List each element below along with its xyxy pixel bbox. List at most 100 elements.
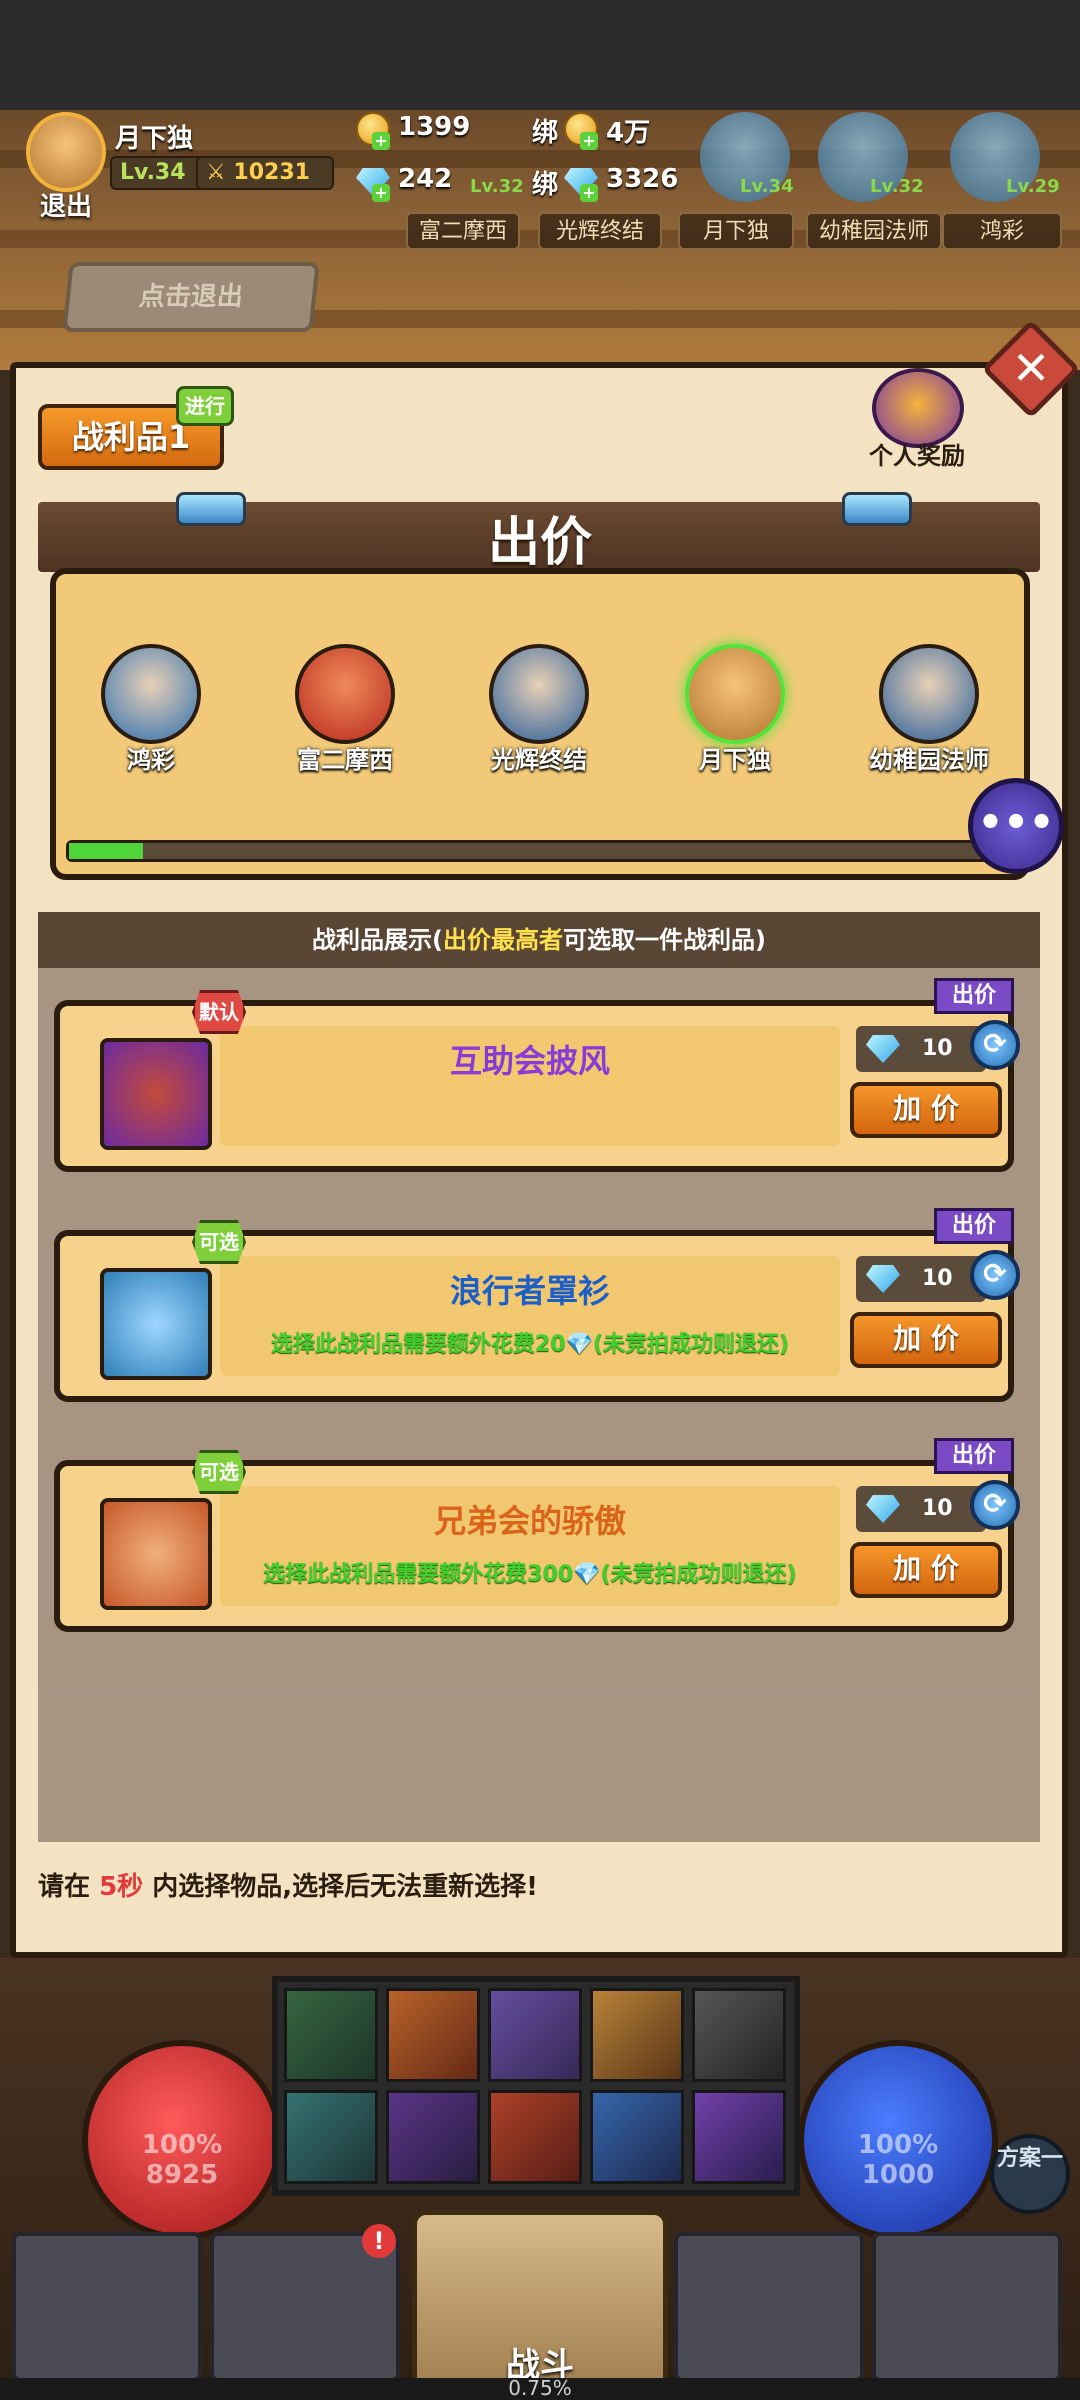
status-bar bbox=[0, 0, 1080, 110]
team-level: Lv.32 bbox=[470, 176, 524, 197]
bidder[interactable]: 幼稚园法师 bbox=[844, 644, 1014, 775]
team-tag-2[interactable]: 月下独 bbox=[678, 212, 794, 250]
bidder-name: 月下独 bbox=[699, 746, 771, 774]
diamond-amount: 242 bbox=[398, 164, 453, 194]
crystal-lamp-icon bbox=[176, 492, 246, 526]
bidder-avatar bbox=[685, 644, 785, 744]
loot-caption: 战利品展示(出价最高者可选取一件战利品) bbox=[38, 912, 1040, 968]
raise-bid-button[interactable]: 加 价 bbox=[850, 1542, 1002, 1598]
price-value: 10 bbox=[922, 1266, 953, 1291]
timer-prefix: 请在 bbox=[38, 1872, 91, 1902]
bid-title: 出价 bbox=[487, 513, 592, 573]
bidder-name: 富二摩西 bbox=[297, 746, 393, 774]
loot-name: 互助会披风 bbox=[449, 1042, 610, 1080]
refresh-button[interactable]: ⟳ bbox=[970, 1020, 1020, 1070]
hp-text: 100% 8925 bbox=[82, 2130, 282, 2190]
bid-tag: 出价 bbox=[934, 1208, 1014, 1244]
diamond-icon bbox=[866, 1265, 900, 1293]
bound-gold-amount: 4万 bbox=[606, 118, 651, 148]
bidder-name: 幼稚园法师 bbox=[869, 746, 989, 774]
skill-slot[interactable] bbox=[284, 2090, 378, 2184]
refresh-icon: ⟳ bbox=[983, 1027, 1007, 1060]
add-bound-gold-icon[interactable]: + bbox=[580, 132, 598, 150]
personal-reward-label[interactable]: 个人奖励 bbox=[852, 436, 982, 471]
team-tag-1[interactable]: 光辉终结 bbox=[538, 212, 662, 250]
ruby-ring-icon bbox=[100, 1498, 212, 1610]
team-level: Lv.32 bbox=[870, 176, 924, 197]
bound-diamond-amount: 3326 bbox=[606, 164, 679, 194]
refresh-icon: ⟳ bbox=[983, 1487, 1007, 1520]
bidder[interactable]: 光辉终结 bbox=[454, 644, 624, 775]
bid-tag: 出价 bbox=[934, 978, 1014, 1014]
nav-button-pet[interactable]: ! bbox=[210, 2224, 400, 2382]
mp-value: 1000 bbox=[861, 2160, 935, 2190]
hp-percent: 100% bbox=[141, 2130, 223, 2160]
price-box: 10 bbox=[856, 1486, 986, 1532]
player-power-value: 10231 bbox=[233, 160, 310, 185]
bidder[interactable]: 富二摩西 bbox=[260, 644, 430, 775]
player-avatar[interactable] bbox=[26, 112, 106, 192]
bound-gold-label: 绑 bbox=[532, 118, 559, 148]
add-gold-icon[interactable]: + bbox=[372, 132, 390, 150]
skill-slot[interactable] bbox=[692, 1988, 786, 2082]
skill-slot[interactable] bbox=[692, 2090, 786, 2184]
refresh-icon: ⟳ bbox=[983, 1257, 1007, 1290]
nav-button-castle[interactable] bbox=[872, 2232, 1062, 2382]
chat-button[interactable]: ••• bbox=[968, 778, 1064, 874]
skill-slot[interactable] bbox=[284, 1988, 378, 2082]
exp-text: 0.75% bbox=[508, 2376, 572, 2400]
add-bound-diamond-icon[interactable]: + bbox=[580, 184, 598, 202]
player-name: 月下独 bbox=[115, 124, 194, 154]
caption-prefix: 战利品展示( bbox=[312, 926, 443, 954]
nav-button-forge[interactable] bbox=[674, 2232, 864, 2382]
mp-text: 100% 1000 bbox=[798, 2130, 998, 2190]
status-badge: 进行 bbox=[176, 386, 234, 426]
skill-slot[interactable] bbox=[488, 2090, 582, 2184]
green-tunic-icon bbox=[100, 1268, 212, 1380]
bidder-avatar bbox=[489, 644, 589, 744]
skill-slot[interactable] bbox=[590, 1988, 684, 2082]
loot-name: 浪行者罩衫 bbox=[449, 1272, 610, 1310]
loot-card[interactable]: 可选 浪行者罩衫 选择此战利品需要额外花费20💎(未竞拍成功则退还) 出价 10… bbox=[54, 1208, 1020, 1402]
hp-value: 8925 bbox=[145, 2160, 219, 2190]
bidder-avatar bbox=[295, 644, 395, 744]
refresh-button[interactable]: ⟳ bbox=[970, 1480, 1020, 1530]
refresh-button[interactable]: ⟳ bbox=[970, 1250, 1020, 1300]
loot-name: 兄弟会的骄傲 bbox=[433, 1502, 626, 1540]
nav-button-guild[interactable] bbox=[12, 2232, 202, 2382]
bidder[interactable]: 鸿彩 bbox=[66, 644, 236, 775]
caption-highlight: 出价最高者 bbox=[443, 926, 563, 954]
click-exit-button[interactable]: 点击退出 bbox=[62, 262, 320, 332]
price-box: 10 bbox=[856, 1256, 986, 1302]
skill-slot[interactable] bbox=[386, 2090, 480, 2184]
team-tag-3[interactable]: 幼稚园法师 bbox=[806, 212, 942, 250]
bid-progress-fill bbox=[69, 843, 143, 859]
raise-bid-button[interactable]: 加 价 bbox=[850, 1082, 1002, 1138]
loot-note: 选择此战利品需要额外花费300💎(未竞拍成功则退还) bbox=[263, 1562, 797, 1587]
loot-badge: 可选 bbox=[192, 1220, 246, 1264]
loot-card[interactable]: 可选 兄弟会的骄傲 选择此战利品需要额外花费300💎(未竞拍成功则退还) 出价 … bbox=[54, 1438, 1020, 1632]
player-level: Lv.34 bbox=[110, 156, 210, 190]
speech-bubble-icon: ••• bbox=[977, 800, 1055, 846]
loot-badge: 默认 bbox=[192, 990, 246, 1034]
timer-text: 请在 5秒 内选择物品,选择后无法重新选择! bbox=[38, 1866, 538, 1903]
team-tag-0[interactable]: 富二摩西 bbox=[406, 212, 520, 250]
team-tag-4[interactable]: 鸿彩 bbox=[942, 212, 1062, 250]
price-value: 10 bbox=[922, 1496, 953, 1521]
diamond-icon bbox=[866, 1495, 900, 1523]
skill-slot[interactable] bbox=[488, 1988, 582, 2082]
add-diamond-icon[interactable]: + bbox=[372, 184, 390, 202]
player-power: ⚔ 10231 bbox=[196, 156, 334, 190]
loot-card[interactable]: 默认 互助会披风 出价 10 ⟳ 加 价 bbox=[54, 978, 1020, 1172]
raise-bid-button[interactable]: 加 价 bbox=[850, 1312, 1002, 1368]
bound-diamond-label: 绑 bbox=[532, 170, 559, 200]
alert-badge-icon: ! bbox=[362, 2224, 396, 2258]
bidder-highlighted[interactable]: 月下独 bbox=[650, 644, 820, 775]
mp-percent: 100% bbox=[857, 2130, 939, 2160]
skill-slot[interactable] bbox=[386, 1988, 480, 2082]
exit-label[interactable]: 退出 bbox=[40, 186, 92, 223]
bid-progress-track bbox=[66, 840, 996, 862]
bid-tag: 出价 bbox=[934, 1438, 1014, 1474]
scheme-button[interactable]: 方案一 bbox=[990, 2134, 1070, 2214]
skill-slot[interactable] bbox=[590, 2090, 684, 2184]
